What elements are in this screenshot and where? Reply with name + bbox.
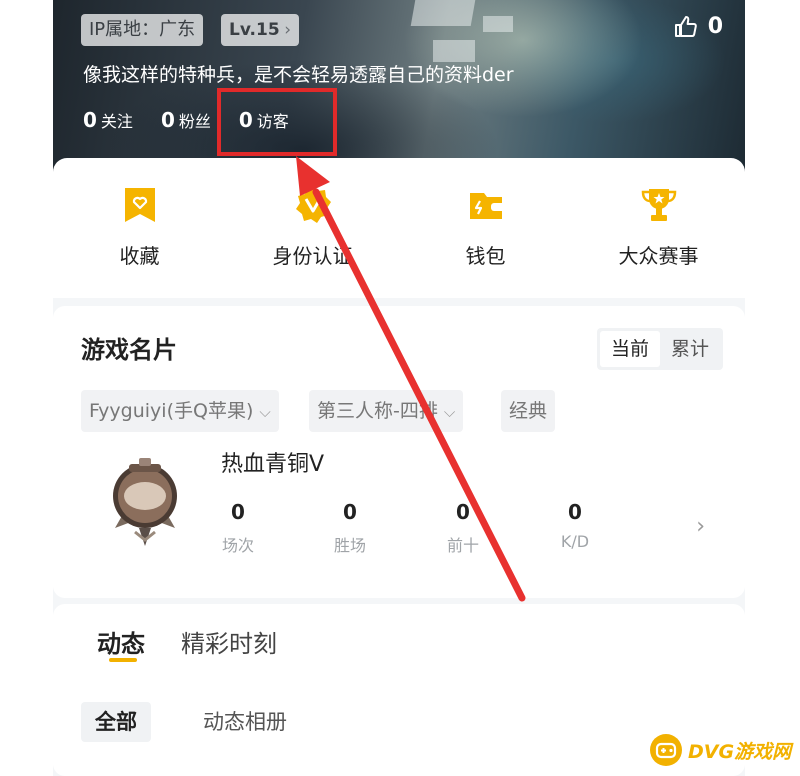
bronze-rank-emblem-icon xyxy=(113,458,177,546)
type-tag-value: 经典 xyxy=(509,400,548,422)
stat-followers[interactable]: 0 粉丝 xyxy=(161,108,211,132)
stat-wins: 0 胜场 xyxy=(320,500,380,556)
ip-location-badge: IP属地：广东 xyxy=(81,14,204,46)
stat-top10: 0 前十 xyxy=(433,500,493,556)
profile-header: IP属地：广东 Lv.15 › 0 像我这样的特种兵，是不会轻易透露自己的资料d… xyxy=(53,0,745,180)
entry-label: 收藏 xyxy=(119,244,160,268)
quick-entry-bar: 收藏 身份认证 钱包 大众赛事 xyxy=(53,158,745,298)
mode-select[interactable]: 第三人称-四排 ⌵ xyxy=(309,390,464,432)
toggle-total[interactable]: 累计 xyxy=(660,331,720,367)
bookmark-heart-icon xyxy=(124,188,155,222)
profile-screen: IP属地：广东 Lv.15 › 0 像我这样的特种兵，是不会轻易透露自己的资料d… xyxy=(53,0,745,776)
type-tag[interactable]: 经典 xyxy=(501,390,556,432)
chevron-right-icon[interactable]: › xyxy=(696,514,705,539)
account-select[interactable]: Fyyguiyi(手Q苹果) ⌵ xyxy=(81,390,279,432)
entry-label: 钱包 xyxy=(465,244,506,268)
subtab-all[interactable]: 全部 xyxy=(81,702,151,742)
stat-value: 0 xyxy=(343,500,357,524)
entry-identity[interactable]: 身份认证 xyxy=(226,158,399,298)
badge-v-icon xyxy=(295,187,331,223)
game-card: 游戏名片 当前 累计 Fyyguiyi(手Q苹果) ⌵ 第三人称-四排 ⌵ 经典 热… xyxy=(53,306,745,598)
chevron-down-icon: ⌵ xyxy=(443,403,456,421)
stat-value: 0 xyxy=(456,500,470,524)
rank-name: 热血青铜V xyxy=(221,452,325,477)
entry-label: 大众赛事 xyxy=(618,244,699,268)
watermark-text: DVG游戏网 xyxy=(688,740,792,763)
tab-posts[interactable]: 动态 xyxy=(97,624,145,659)
like-count: 0 xyxy=(707,14,723,39)
level-badge[interactable]: Lv.15 › xyxy=(221,14,299,46)
stat-label: 关注 xyxy=(100,112,133,131)
stat-matches: 0 场次 xyxy=(208,500,268,556)
account-select-value: Fyyguiyi(手Q苹果) xyxy=(89,400,254,422)
subtab-album[interactable]: 动态相册 xyxy=(189,702,301,742)
active-tab-indicator xyxy=(109,658,137,662)
game-card-title: 游戏名片 xyxy=(81,336,177,364)
like-button[interactable]: 0 xyxy=(674,14,723,39)
mode-select-value: 第三人称-四排 xyxy=(317,400,438,422)
stat-following[interactable]: 0 关注 xyxy=(83,108,133,132)
entry-favorites[interactable]: 收藏 xyxy=(53,158,226,298)
chevron-down-icon: ⌵ xyxy=(259,403,271,421)
stat-label: 前十 xyxy=(446,536,479,555)
level-label: Lv.15 xyxy=(229,20,280,40)
entry-label: 身份认证 xyxy=(272,244,353,268)
thumbs-up-icon xyxy=(674,15,697,37)
trophy-icon xyxy=(641,189,676,221)
stat-value: 0 xyxy=(231,500,245,524)
stat-number: 0 xyxy=(83,108,97,132)
stat-label: 场次 xyxy=(221,536,254,555)
visitor-highlight-box xyxy=(217,88,337,156)
wallet-icon xyxy=(469,193,505,219)
toggle-current[interactable]: 当前 xyxy=(600,331,660,367)
stats-range-toggle: 当前 累计 xyxy=(597,328,723,370)
stat-label: K/D xyxy=(560,532,590,551)
feed-section: 动态 精彩时刻 全部 动态相册 xyxy=(53,604,745,776)
stat-label: 粉丝 xyxy=(178,112,211,131)
stat-kd: 0 K/D xyxy=(545,500,605,551)
gamepad-logo-icon xyxy=(650,734,682,766)
entry-events[interactable]: 大众赛事 xyxy=(572,158,745,298)
site-watermark: DVG游戏网 xyxy=(650,730,794,770)
chevron-right-icon: › xyxy=(284,20,291,40)
tab-highlights[interactable]: 精彩时刻 xyxy=(181,624,277,659)
profile-bio: 像我这样的特种兵，是不会轻易透露自己的资料der xyxy=(83,64,514,86)
stat-label: 胜场 xyxy=(333,536,366,555)
entry-wallet[interactable]: 钱包 xyxy=(399,158,572,298)
stat-number: 0 xyxy=(160,108,175,132)
stat-value: 0 xyxy=(568,500,582,524)
